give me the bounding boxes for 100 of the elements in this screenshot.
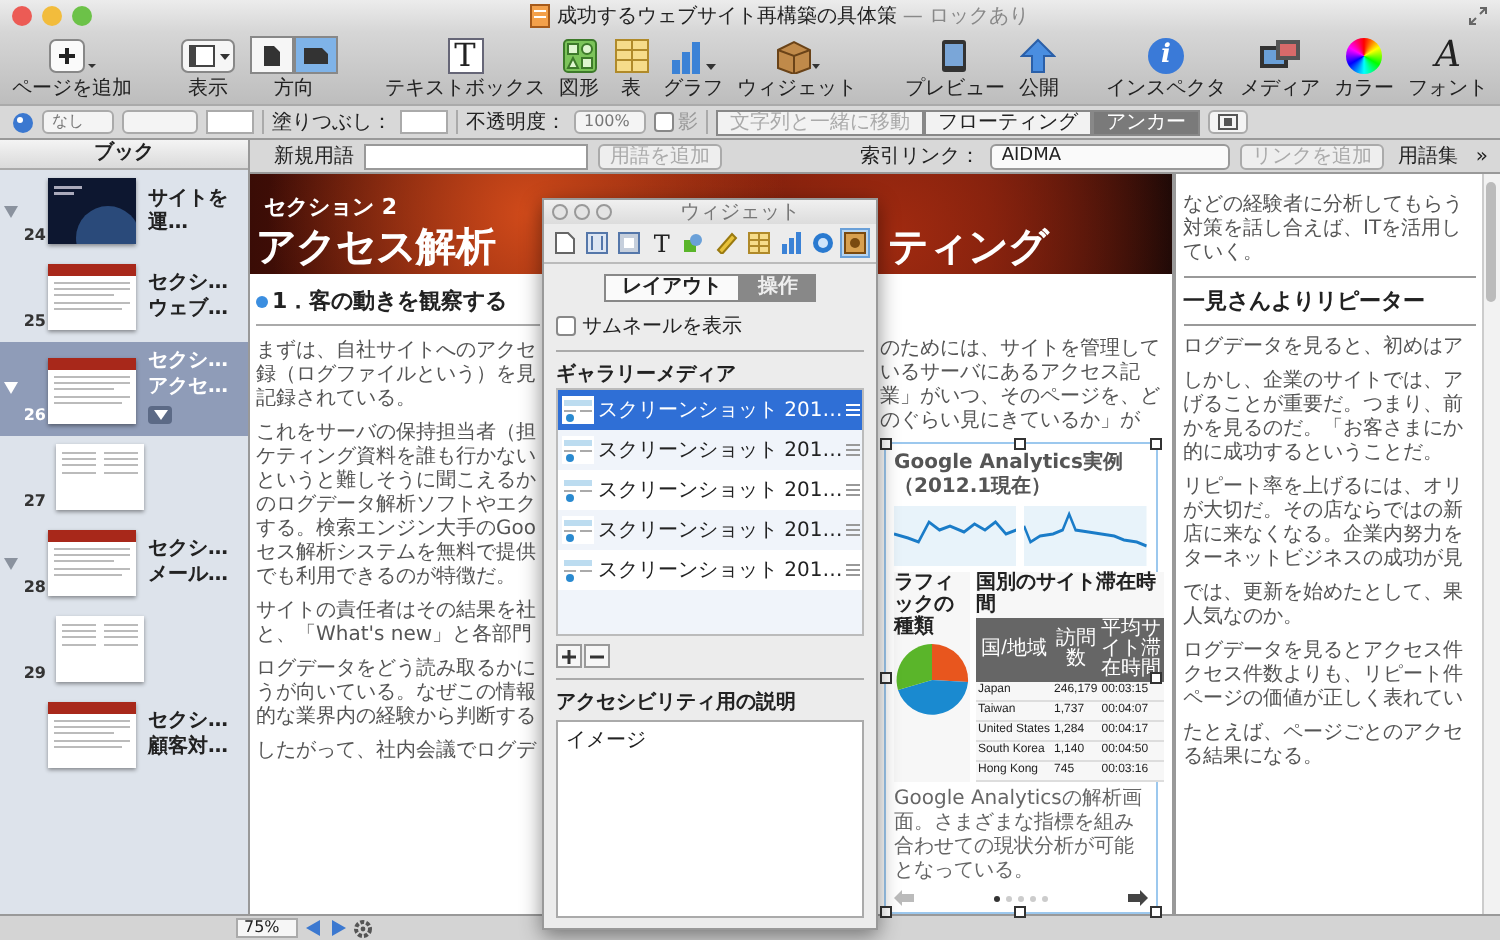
fill-field[interactable]	[400, 110, 448, 134]
next-page-icon[interactable]	[329, 920, 346, 936]
add-button[interactable]: ページを追加	[12, 36, 132, 100]
wrap-select[interactable]	[1208, 110, 1248, 134]
minimize-button[interactable]	[574, 204, 590, 220]
page-label: セクシ…	[148, 710, 230, 734]
landscape-button[interactable]	[293, 36, 338, 74]
media-item[interactable]: スクリーンショット 201…	[558, 510, 862, 550]
page-thumbnail[interactable]	[56, 444, 144, 510]
frame-tab[interactable]	[614, 228, 645, 258]
selection-handle[interactable]	[1149, 438, 1161, 450]
index-link-select[interactable]: AIDMA	[989, 143, 1230, 169]
page-thumbnail[interactable]	[48, 264, 136, 330]
page-thumbnail[interactable]	[48, 702, 136, 768]
inspector-button[interactable]: i インスペクタ	[1106, 36, 1226, 100]
page-thumbnail[interactable]	[48, 178, 136, 244]
page-number: 25	[21, 312, 46, 330]
shapes-button[interactable]: 図形	[559, 36, 599, 100]
view-button[interactable]: 表示	[179, 36, 236, 100]
drag-handle-icon[interactable]	[846, 564, 861, 576]
remove-media-button[interactable]	[584, 644, 610, 668]
publish-button[interactable]: 公開	[1018, 36, 1059, 100]
inspector-tab[interactable]: レイアウト	[604, 274, 740, 302]
drag-handle-icon[interactable]	[846, 484, 861, 496]
close-button[interactable]	[552, 204, 568, 220]
sidebar-item[interactable]: セクシ… 顧客対…	[0, 694, 248, 780]
sidebar-item[interactable]: 27	[0, 436, 248, 522]
line-style-select[interactable]: なし	[42, 110, 114, 134]
drag-handle-icon[interactable]	[846, 524, 861, 536]
sidebar-title: ブック	[0, 140, 248, 170]
ruler-tab[interactable]	[711, 228, 742, 258]
wrap-mode-tab[interactable]: アンカー	[1092, 109, 1200, 135]
colors-button[interactable]: カラー	[1334, 36, 1394, 100]
widget-tab[interactable]	[839, 228, 870, 258]
more-button[interactable]: »	[1471, 145, 1492, 167]
text-tab[interactable]: T	[646, 228, 677, 258]
scrollbar[interactable]	[1482, 174, 1500, 914]
previous-page-icon[interactable]	[305, 920, 322, 936]
page-dot[interactable]	[1005, 895, 1012, 901]
page-dot[interactable]	[1017, 895, 1024, 901]
page-dot[interactable]	[993, 895, 1000, 901]
right-arrow-icon[interactable]	[1127, 890, 1147, 906]
selection-handle[interactable]	[880, 438, 892, 450]
zoom-button[interactable]	[596, 204, 612, 220]
add-media-button[interactable]	[556, 644, 582, 668]
fullscreen-icon[interactable]	[1468, 6, 1488, 26]
table-button[interactable]: 表	[613, 36, 649, 100]
new-term-field[interactable]	[364, 143, 588, 169]
selection-handle[interactable]	[1014, 438, 1027, 450]
anchor-icon[interactable]	[256, 295, 268, 307]
close-button[interactable]	[12, 6, 32, 26]
glossary-button[interactable]: 用語集	[1393, 142, 1462, 170]
media-button[interactable]: メディア	[1240, 36, 1320, 100]
accessibility-description-field[interactable]: イメージ	[556, 720, 864, 918]
media-item[interactable]: スクリーンショット 201…	[558, 470, 862, 510]
disclosure-triangle-icon[interactable]	[3, 381, 17, 393]
chart-button[interactable]: グラフ	[663, 36, 723, 100]
line-chart	[1024, 506, 1147, 566]
line-color-field[interactable]	[206, 110, 254, 134]
table-tab[interactable]	[743, 228, 774, 258]
portrait-button[interactable]	[249, 36, 294, 74]
disclosure-triangle-icon[interactable]	[3, 205, 17, 217]
plus-icon	[48, 38, 96, 74]
new-term-label: 新規用語	[274, 143, 354, 170]
sidebar-item[interactable]: 29	[0, 608, 248, 694]
sidebar-item[interactable]: 25 セクシ… ウェブ…	[0, 256, 248, 342]
page-dot[interactable]	[1029, 895, 1036, 901]
selection-handle[interactable]	[1149, 906, 1161, 918]
screenshot-thumbnail	[562, 436, 594, 464]
sidebar-item[interactable]: 28 セクシ… メール…	[0, 522, 248, 608]
wrap-mode-tab[interactable]: フローティング	[924, 109, 1092, 135]
disclosure-triangle-icon[interactable]	[3, 557, 17, 569]
zoom-button[interactable]	[72, 6, 92, 26]
page-tab[interactable]	[550, 228, 580, 258]
drag-handle-icon[interactable]	[846, 444, 861, 456]
media-item[interactable]: スクリーンショット 201…	[558, 550, 862, 590]
globe-tab[interactable]	[807, 228, 838, 258]
text-line: かを見るのだ。「お客さまにか	[1183, 418, 1465, 441]
fonts-button[interactable]: A フォント	[1408, 36, 1488, 100]
widget-button[interactable]: ウィジェット	[737, 36, 857, 100]
show-thumbnails-checkbox[interactable]: サムネールを表示	[556, 312, 864, 340]
page-thumbnail[interactable]	[56, 616, 144, 682]
selection-handle[interactable]	[880, 672, 892, 684]
selection-handle[interactable]	[880, 906, 892, 918]
settings-icon[interactable]	[353, 919, 372, 937]
page-menu-button[interactable]	[148, 406, 172, 424]
page-thumbnail[interactable]	[48, 358, 136, 424]
media-item[interactable]: スクリーンショット 201…	[558, 430, 862, 470]
opacity-select[interactable]: 100%	[574, 110, 646, 134]
selection-handle[interactable]	[1014, 906, 1027, 918]
columns-tab[interactable]	[582, 228, 613, 258]
media-item[interactable]: スクリーンショット 201…	[558, 390, 862, 430]
sidebar-item[interactable]: 24 サイトを運…	[0, 170, 248, 256]
text-line: しかし、企業のサイトでは、ア	[1183, 370, 1465, 393]
preview-button[interactable]: プレビュー	[904, 36, 1005, 100]
page-dot[interactable]	[1041, 895, 1048, 901]
page-thumbnail[interactable]	[48, 530, 136, 596]
zoom-select[interactable]: 75%	[236, 918, 298, 938]
line-width-select[interactable]	[122, 110, 198, 134]
textbox-button[interactable]: T テキストボックス	[385, 36, 545, 100]
